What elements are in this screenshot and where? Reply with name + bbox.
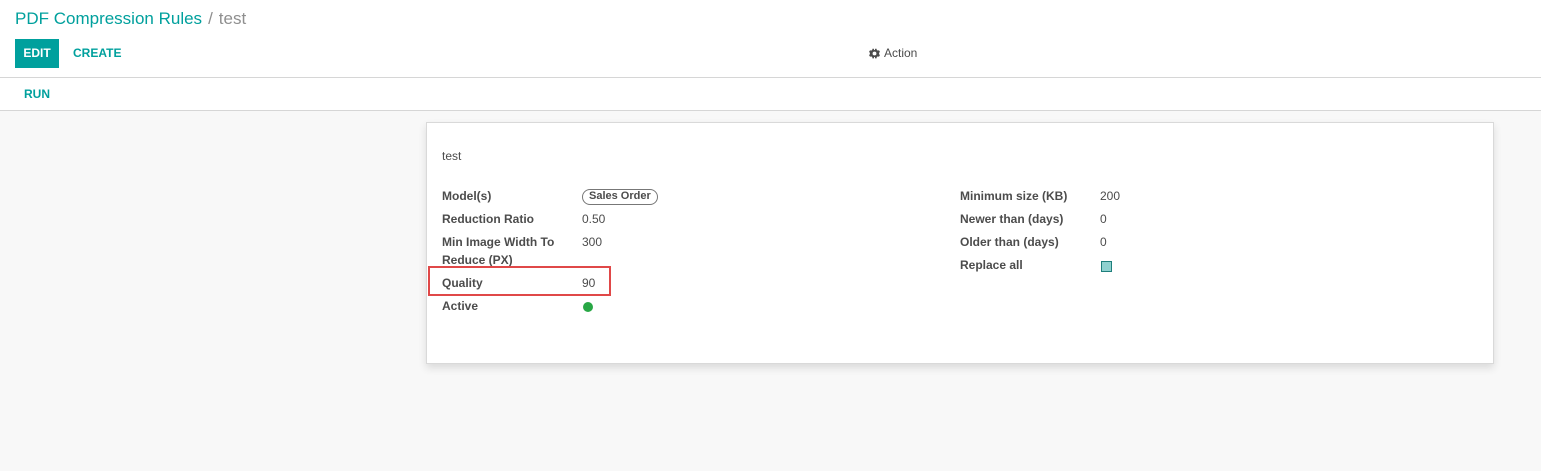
newer-than-label: Newer than (days): [960, 212, 1064, 226]
statusbar-divider: [0, 110, 1541, 111]
gear-icon: [869, 48, 880, 59]
models-tag[interactable]: Sales Order: [582, 189, 658, 205]
reduction-ratio-value: 0.50: [582, 212, 606, 226]
edit-button[interactable]: EDIT: [15, 39, 59, 68]
older-than-value: 0: [1100, 235, 1107, 249]
action-menu-label: Action: [884, 46, 918, 60]
newer-than-value: 0: [1100, 212, 1107, 226]
models-label: Model(s): [442, 189, 492, 203]
replace-all-label: Replace all: [960, 258, 1023, 272]
minimum-size-label: Minimum size (KB): [960, 189, 1068, 203]
breadcrumb: PDF Compression Rules / test: [15, 9, 246, 29]
older-than-label: Older than (days): [960, 235, 1059, 249]
active-label: Active: [442, 299, 479, 313]
create-button[interactable]: CREATE: [73, 39, 121, 68]
breadcrumb-separator: /: [208, 9, 213, 28]
min-image-width-label: Min Image Width To Reduce (PX): [442, 233, 554, 269]
min-image-width-value: 300: [582, 235, 603, 249]
action-menu-button[interactable]: Action: [869, 39, 917, 68]
breadcrumb-current: test: [218, 9, 247, 28]
record-name: test: [442, 149, 462, 163]
reduction-ratio-label: Reduction Ratio: [442, 212, 534, 226]
min-image-width-label-line1: Min Image Width To: [442, 235, 555, 249]
toolbar-divider: [0, 77, 1541, 78]
minimum-size-value: 200: [1100, 189, 1121, 203]
quality-highlight-annotation: [428, 266, 611, 296]
form-sheet: test Model(s) Sales Order Reduction Rati…: [426, 122, 1494, 364]
replace-all-checkbox[interactable]: [1101, 261, 1112, 272]
run-button[interactable]: RUN: [24, 84, 50, 104]
control-panel: PDF Compression Rules / test EDIT CREATE A…: [0, 0, 1541, 111]
breadcrumb-parent-link[interactable]: PDF Compression Rules: [15, 9, 202, 28]
active-status-dot: [583, 302, 593, 312]
